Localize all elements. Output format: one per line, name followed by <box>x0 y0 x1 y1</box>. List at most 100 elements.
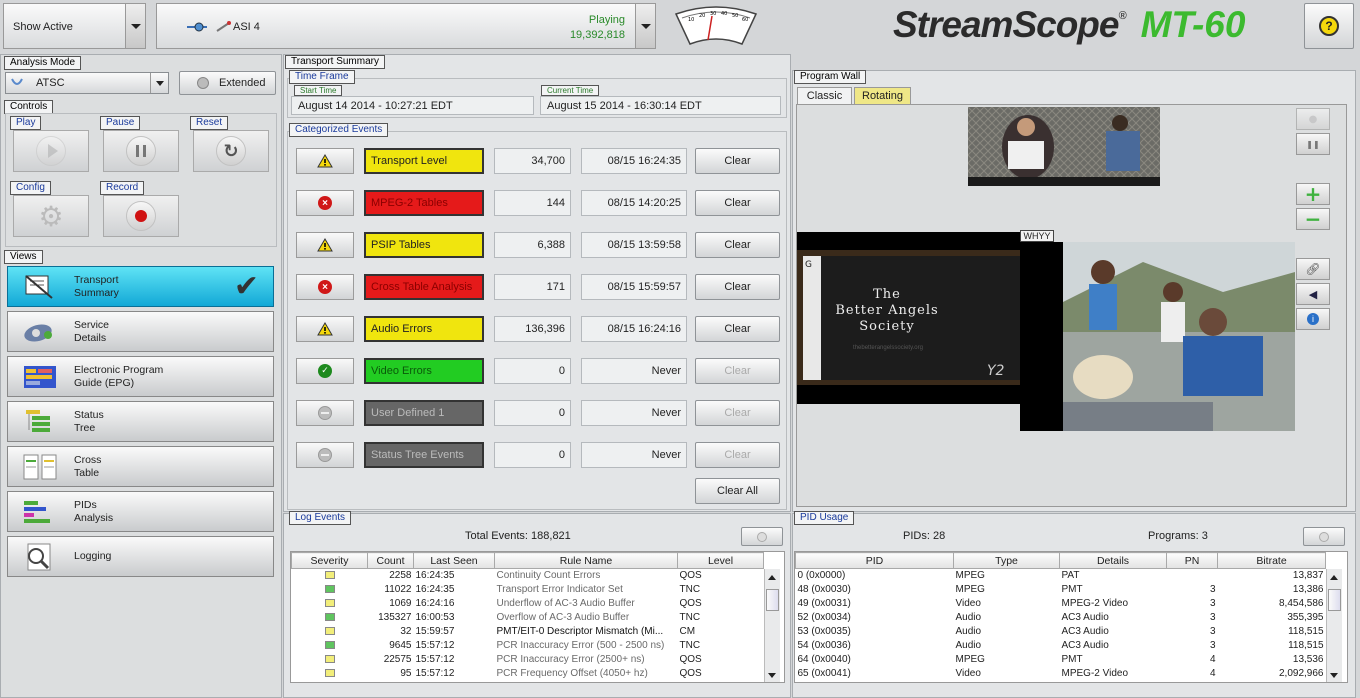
pid-refresh-button[interactable] <box>1303 527 1345 546</box>
table-row[interactable]: 135327 16:00:53 Overflow of AC-3 Audio Buf… <box>292 611 764 625</box>
table-row[interactable]: 54 (0x0036) Audio AC3 Audio 3 118,515 <box>796 639 1326 653</box>
column-header[interactable]: Severity <box>291 552 368 569</box>
meter-tick: 50 <box>732 13 738 19</box>
column-header[interactable]: PN <box>1166 552 1218 569</box>
table-row[interactable]: 2258 16:24:35 Continuity Count Errors QOS <box>292 569 764 584</box>
pid-details: MPEG-2 Video <box>1061 598 1129 609</box>
table-row[interactable]: 49 (0x0031) Video MPEG-2 Video 3 8,454,586 <box>796 597 1326 611</box>
tab-classic[interactable]: Classic <box>797 87 852 104</box>
column-header[interactable]: PID <box>795 552 954 569</box>
clear-button[interactable]: Clear <box>695 148 780 174</box>
log-scrollbar[interactable] <box>764 569 780 682</box>
input-selector[interactable]: ASI 4 Playing 19,392,818 <box>156 3 656 49</box>
table-row[interactable]: 95 15:57:12 PCR Frequency Offset (4050+ hz… <box>292 667 764 681</box>
scroll-up-icon[interactable] <box>768 575 776 580</box>
scroll-down-icon[interactable] <box>768 673 776 678</box>
clear-button[interactable]: Clear <box>695 358 780 384</box>
zoom-in-button[interactable]: + <box>1296 182 1330 206</box>
table-row[interactable]: 22575 15:57:12 PCR Inaccuracy Error (2500+… <box>292 653 764 667</box>
view-epg[interactable]: Electronic Program Guide (EPG) <box>7 356 274 397</box>
chevron-down-icon[interactable] <box>125 4 145 48</box>
config-button[interactable]: ⚙ <box>13 195 89 237</box>
thumbnail-video-1[interactable] <box>968 107 1160 186</box>
event-status-button[interactable] <box>296 148 354 174</box>
table-row[interactable]: 9645 15:57:12 PCR Inaccuracy Error (500 - … <box>292 639 764 653</box>
event-status-button[interactable]: ✓ <box>296 358 354 384</box>
table-row[interactable]: 32 15:59:57 PMT/EIT-0 Descriptor Mismatch … <box>292 625 764 639</box>
scroll-thumb[interactable] <box>1328 589 1341 611</box>
video-black[interactable] <box>1020 242 1063 431</box>
event-label[interactable]: Video Errors <box>364 358 484 384</box>
pause-button[interactable] <box>103 130 179 172</box>
info-button[interactable]: i <box>1296 308 1330 330</box>
event-status-button[interactable]: × <box>296 274 354 300</box>
event-status-button[interactable]: × <box>296 190 354 216</box>
thumbnail-video-2[interactable] <box>1063 242 1295 431</box>
column-header[interactable]: Bitrate <box>1217 552 1326 569</box>
play-button[interactable] <box>13 130 89 172</box>
event-status-button[interactable] <box>296 442 354 468</box>
table-row[interactable]: 52 (0x0034) Audio AC3 Audio 3 355,395 <box>796 611 1326 625</box>
table-icon <box>23 454 57 479</box>
log-refresh-button[interactable] <box>741 527 783 546</box>
column-header[interactable]: Type <box>953 552 1060 569</box>
help-button[interactable]: ? <box>1304 3 1354 49</box>
view-service-details[interactable]: Service Details <box>7 311 274 352</box>
disabled-icon <box>318 406 332 420</box>
record-button[interactable] <box>103 195 179 237</box>
play-wall-button[interactable]: ● <box>1296 108 1330 130</box>
table-row[interactable]: 11022 16:24:35 Transport Error Indicator S… <box>292 583 764 597</box>
event-label[interactable]: User Defined 1 <box>364 400 484 426</box>
scroll-thumb[interactable] <box>766 589 779 611</box>
log-last-seen: 15:59:57 <box>415 626 455 637</box>
table-row[interactable]: 48 (0x0030) MPEG PMT 3 13,386 <box>796 583 1326 597</box>
table-row[interactable]: 65 (0x0041) Video MPEG-2 Video 4 2,092,966 <box>796 667 1326 681</box>
table-row[interactable]: 0 (0x0000) MPEG PAT 13,837 <box>796 569 1326 584</box>
view-pids-analysis[interactable]: PIDs Analysis <box>7 491 274 532</box>
clear-button[interactable]: Clear <box>695 190 780 216</box>
column-header[interactable]: Details <box>1059 552 1167 569</box>
link-button[interactable]: 🔗︎ <box>1296 258 1330 280</box>
view-transport-summary[interactable]: Transport Summary ✔ <box>7 266 274 307</box>
pid-scrollbar[interactable] <box>1326 569 1342 682</box>
table-row[interactable]: 53 (0x0035) Audio AC3 Audio 3 118,515 <box>796 625 1326 639</box>
clear-all-button[interactable]: Clear All <box>695 478 780 504</box>
event-label[interactable]: Cross Table Analysis <box>364 274 484 300</box>
column-header[interactable]: Count <box>367 552 414 569</box>
event-label[interactable]: Transport Level <box>364 148 484 174</box>
event-status-button[interactable] <box>296 316 354 342</box>
pid-details: MPEG-2 Video <box>1061 668 1129 679</box>
event-label[interactable]: PSIP Tables <box>364 232 484 258</box>
clear-button[interactable]: Clear <box>695 442 780 468</box>
chevron-down-icon[interactable] <box>635 4 655 48</box>
clear-button[interactable]: Clear <box>695 400 780 426</box>
clear-button[interactable]: Clear <box>695 316 780 342</box>
scroll-down-icon[interactable] <box>1330 673 1338 678</box>
view-status-tree[interactable]: Status Tree <box>7 401 274 442</box>
event-label[interactable]: Audio Errors <box>364 316 484 342</box>
scroll-up-icon[interactable] <box>1330 575 1338 580</box>
event-time: 08/15 14:20:25 <box>581 190 687 216</box>
event-status-button[interactable] <box>296 400 354 426</box>
pause-wall-button[interactable]: ❚❚ <box>1296 133 1330 155</box>
event-label[interactable]: MPEG-2 Tables <box>364 190 484 216</box>
table-row[interactable]: 64 (0x0040) MPEG PMT 4 13,536 <box>796 653 1326 667</box>
analysis-dropdown[interactable]: Show Active <box>3 3 146 49</box>
view-cross-table[interactable]: Cross Table <box>7 446 274 487</box>
event-label[interactable]: Status Tree Events <box>364 442 484 468</box>
column-header[interactable]: Level <box>677 552 764 569</box>
view-logging[interactable]: Logging <box>7 536 274 577</box>
reset-button[interactable]: ↻ <box>193 130 269 172</box>
zoom-out-button[interactable]: − <box>1296 207 1330 231</box>
event-status-button[interactable] <box>296 232 354 258</box>
mode-select[interactable]: ATSC <box>5 72 169 94</box>
audio-button[interactable]: ◀ <box>1296 283 1330 305</box>
clear-button[interactable]: Clear <box>695 232 780 258</box>
table-row[interactable]: 1069 16:24:16 Underflow of AC-3 Audio Buff… <box>292 597 764 611</box>
extended-button[interactable]: Extended <box>179 71 276 95</box>
tab-rotating[interactable]: Rotating <box>854 87 911 104</box>
chevron-down-icon[interactable] <box>150 73 168 93</box>
column-header[interactable]: Last Seen <box>413 552 495 569</box>
column-header[interactable]: Rule Name <box>494 552 678 569</box>
clear-button[interactable]: Clear <box>695 274 780 300</box>
